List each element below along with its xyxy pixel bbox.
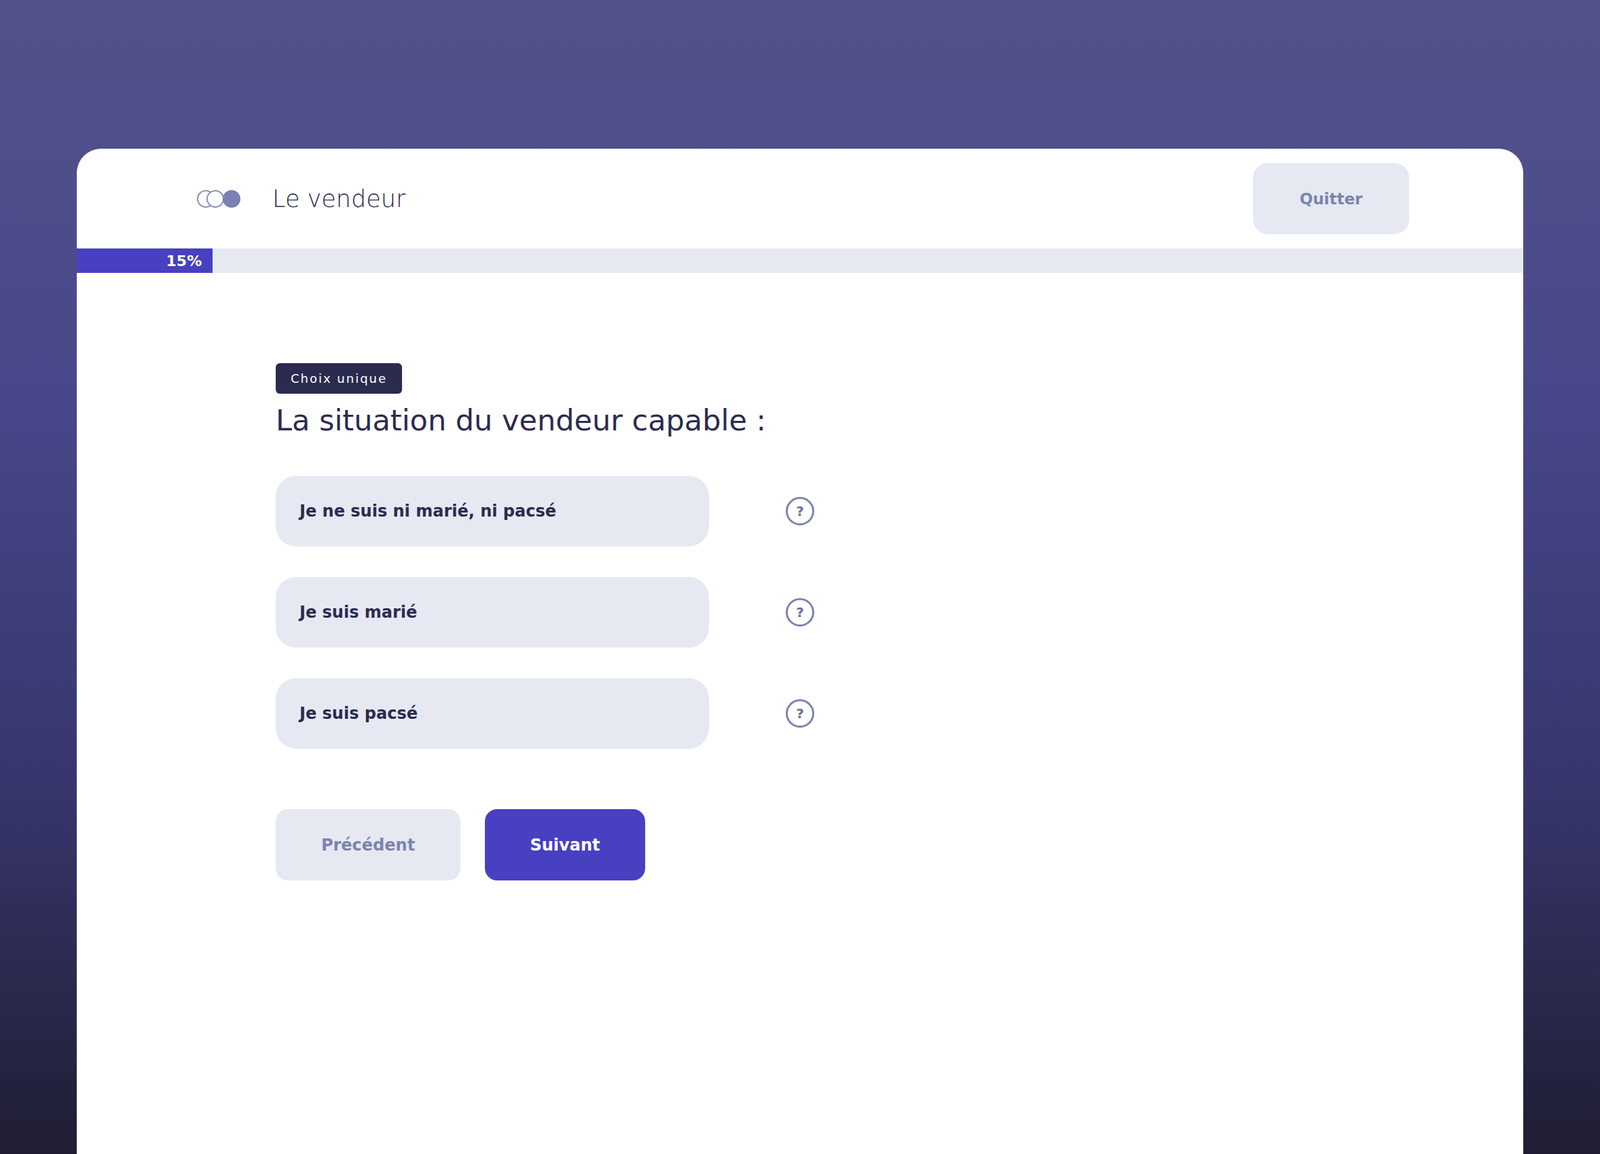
header-title: Le vendeur (272, 185, 1223, 213)
help-icon[interactable]: ? (785, 497, 815, 526)
option-button[interactable]: Je suis marié (275, 577, 709, 648)
quit-button[interactable]: Quitter (1252, 162, 1410, 235)
question-title: La situation du vendeur capable : (275, 403, 767, 438)
next-button[interactable]: Suivant (484, 809, 646, 881)
option-row: Je suis pacsé? (275, 678, 815, 750)
option-row: Je ne suis ni marié, ni pacsé? (275, 476, 815, 547)
progress-fill: 15% (76, 248, 213, 274)
header: Le vendeur Quitter (76, 148, 1524, 249)
options-list: Je ne suis ni marié, ni pacsé?Je suis ma… (275, 476, 815, 750)
previous-button[interactable]: Précédent (275, 809, 461, 881)
nav-buttons: Précédent Suivant (275, 809, 646, 881)
help-icon[interactable]: ? (785, 699, 815, 729)
question-badge: Choix unique (275, 363, 403, 394)
option-row: Je suis marié? (275, 577, 815, 648)
option-button[interactable]: Je suis pacsé (275, 678, 709, 750)
option-button[interactable]: Je ne suis ni marié, ni pacsé (275, 476, 709, 547)
help-icon[interactable]: ? (785, 598, 815, 627)
page: Le vendeur Quitter 15% Choix unique La situa… (0, 0, 1600, 1154)
wizard-card: Le vendeur Quitter 15% Choix unique La situa… (76, 148, 1524, 1154)
question-panel: Choix unique La situation du vendeur capa… (76, 273, 1524, 881)
logo-icon (195, 188, 242, 210)
progress-bar: 15% (76, 248, 1524, 274)
